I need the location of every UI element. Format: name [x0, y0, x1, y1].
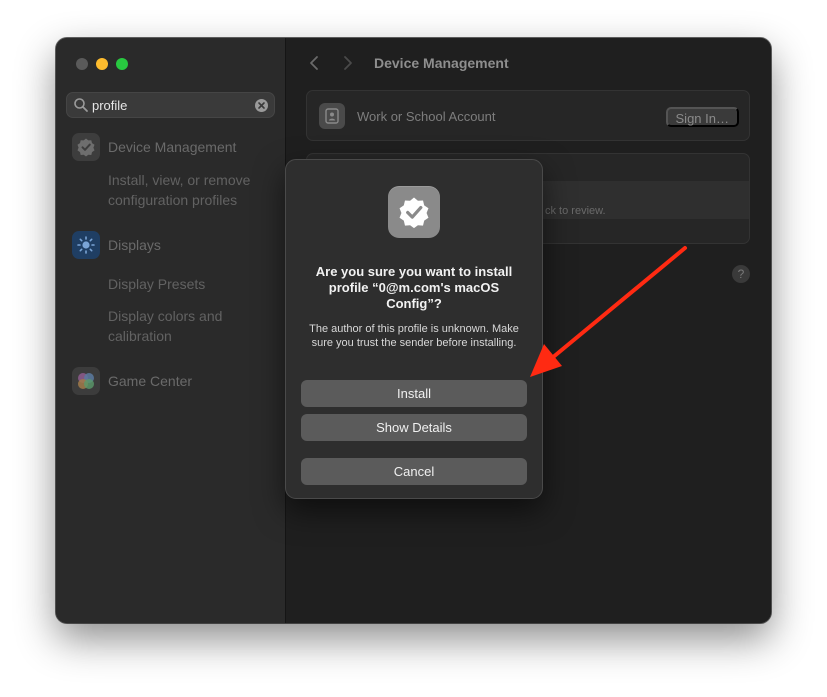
- red-arrow-icon: [530, 246, 687, 377]
- game-center-icon: [72, 367, 100, 395]
- account-card: Work or School Account Sign In…: [306, 90, 750, 141]
- minimize-window-button[interactable]: [96, 58, 108, 70]
- close-window-button[interactable]: [76, 58, 88, 70]
- show-details-button[interactable]: Show Details: [301, 414, 527, 441]
- cancel-button[interactable]: Cancel: [301, 458, 527, 485]
- id-card-icon: [319, 103, 345, 129]
- sidebar-subitem-display-colors[interactable]: Display colors and calibration: [108, 306, 278, 346]
- zoom-window-button[interactable]: [116, 58, 128, 70]
- sidebar-item-label: Device Management: [108, 139, 237, 155]
- sun-icon: [72, 231, 100, 259]
- sidebar-item-label: Displays: [108, 237, 161, 253]
- dialog-message: The author of this profile is unknown. M…: [309, 323, 519, 349]
- search-input[interactable]: [92, 96, 252, 114]
- sidebar-item-displays[interactable]: Displays: [72, 231, 161, 259]
- forward-icon[interactable]: [338, 54, 356, 72]
- sidebar-item-device-management[interactable]: Device Management: [72, 133, 236, 161]
- install-profile-dialog: Are you sure you want to install profile…: [285, 159, 543, 499]
- sidebar-item-label: Game Center: [108, 373, 193, 389]
- review-hint: ck to review.: [545, 205, 606, 217]
- sign-in-button[interactable]: Sign In…: [665, 107, 739, 127]
- sidebar-subitem-configuration-profiles[interactable]: Install, view, or remove configuration p…: [108, 170, 278, 210]
- sidebar: Device Management Install, view, or remo…: [56, 38, 286, 623]
- checkmark-badge-icon: [388, 186, 440, 238]
- page-title: Device Management: [374, 55, 509, 71]
- checkmark-badge-icon: [72, 133, 100, 161]
- sidebar-item-game-center[interactable]: Game Center: [72, 367, 192, 395]
- search-icon: [74, 98, 88, 112]
- clear-search-icon[interactable]: [255, 99, 268, 112]
- account-label: Work or School Account: [357, 109, 496, 124]
- sidebar-subitem-display-presets[interactable]: Display Presets: [108, 274, 278, 294]
- search-field[interactable]: [66, 92, 275, 118]
- install-button[interactable]: Install: [301, 380, 527, 407]
- help-button[interactable]: ?: [732, 265, 750, 283]
- back-icon[interactable]: [306, 54, 324, 72]
- dialog-title: Are you sure you want to install profile…: [315, 264, 513, 311]
